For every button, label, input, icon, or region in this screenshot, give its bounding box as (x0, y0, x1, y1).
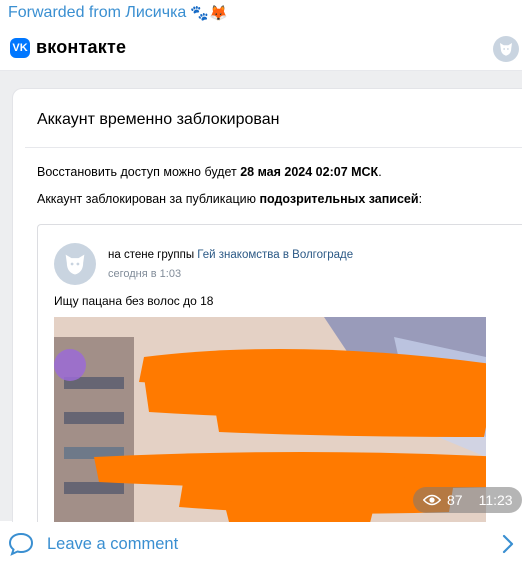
forwarded-label[interactable]: Forwarded from Лисичка (8, 4, 186, 22)
paw-fox-emoji: 🐾🦊 (190, 5, 228, 22)
reason-prefix: Аккаунт заблокирован за публикацию (37, 192, 260, 206)
view-count: 87 (447, 492, 463, 508)
vk-header: VK вконтакте (0, 28, 522, 71)
eye-icon (423, 494, 441, 506)
post-avatar[interactable] (54, 243, 96, 285)
group-link[interactable]: Гей знакомства в Волгограде (197, 249, 353, 261)
block-notice-card: Аккаунт временно заблокирован Восстанови… (12, 88, 522, 526)
reason-bold: подозрительных записей (259, 192, 419, 206)
leave-comment-label[interactable]: Leave a comment (47, 535, 178, 554)
view-count-badge: 87 11:23 (413, 487, 522, 513)
restore-line: Восстановить доступ можно будет 28 мая 2… (37, 165, 382, 179)
header-avatar[interactable] (493, 36, 519, 62)
forwarded-header[interactable]: Forwarded from Лисичка 🐾🦊 (8, 2, 228, 24)
post-source: на стене группы Гей знакомства в Волгогр… (108, 249, 353, 261)
vk-logo-icon: VK (10, 38, 30, 58)
brand-name: вконтакте (36, 37, 127, 57)
reason-line: Аккаунт заблокирован за публикацию подоз… (37, 192, 422, 206)
chevron-right-icon[interactable] (502, 534, 514, 554)
message-time: 11:23 (478, 492, 513, 508)
restore-date: 28 мая 2024 02:07 МСК (240, 165, 379, 179)
notice-title: Аккаунт временно заблокирован (37, 111, 280, 128)
reason-suffix: : (418, 192, 423, 206)
flagged-post: на стене группы Гей знакомства в Волгогр… (37, 224, 522, 526)
post-time: сегодня в 1:03 (108, 268, 182, 280)
post-source-prefix: на стене группы (108, 249, 198, 261)
default-avatar-icon (500, 43, 512, 56)
divider (25, 147, 522, 148)
comment-bar[interactable]: Leave a comment (0, 522, 522, 567)
post-text: Ищу пацана без волос до 18 (54, 294, 214, 308)
comment-icon (8, 532, 34, 556)
restore-prefix: Восстановить доступ можно будет (37, 165, 241, 179)
default-avatar-icon (65, 254, 85, 275)
restore-suffix: . (378, 165, 382, 179)
